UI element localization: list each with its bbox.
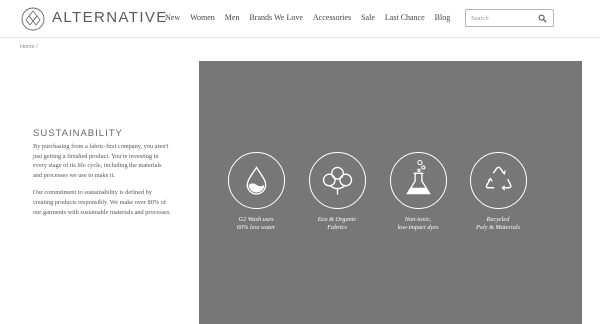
main-nav: New Women Men Brands We Love Accessories…	[165, 13, 450, 22]
intro-paragraph: By purchasing from a fabric-first compan…	[33, 143, 169, 179]
feature-label: Non-toxic, low-impact dyes	[383, 216, 453, 232]
feature-label-line1: G2 Wash uses	[238, 216, 274, 223]
nav-women[interactable]: Women	[190, 13, 215, 22]
nav-new[interactable]: New	[165, 13, 180, 22]
feature-label: Recycled Poly & Materials	[463, 216, 533, 232]
feature-label: G2 Wash uses 60% less water	[221, 216, 291, 232]
cotton-flower-icon	[322, 166, 352, 195]
nav-blog[interactable]: Blog	[435, 13, 451, 22]
feature-panel: G2 Wash uses 60% less water Eco & Organi…	[199, 61, 582, 324]
feature-water: G2 Wash uses 60% less water	[221, 152, 291, 232]
diamond-logo-icon[interactable]	[21, 7, 45, 31]
feature-label-line2: low-impact dyes	[397, 223, 439, 231]
search-box	[465, 9, 554, 27]
breadcrumb[interactable]: Home /	[20, 44, 38, 50]
feature-dyes: Non-toxic, low-impact dyes	[383, 152, 453, 232]
nav-sale[interactable]: Sale	[361, 13, 375, 22]
feature-organic: Eco & Organic Fabrics	[302, 152, 372, 232]
feature-circle	[227, 152, 285, 209]
feature-circle	[469, 152, 527, 209]
feature-label-line2: Poly & Materials	[475, 223, 521, 231]
feature-label-line1: Recycled	[486, 216, 510, 223]
nav-brands-we-love[interactable]: Brands We Love	[249, 13, 302, 22]
sustainability-text: SUSTAINABILITY By purchasing from a fabr…	[33, 128, 171, 217]
commitment-paragraph: Our commitment to sustainability is defi…	[33, 189, 171, 216]
recycle-icon	[485, 166, 512, 191]
feature-circle	[308, 152, 366, 209]
feature-label-line2: 60% less water	[236, 223, 276, 231]
feature-circle	[389, 152, 447, 209]
feature-label-line2: Fabrics	[327, 223, 347, 231]
nav-last-chance[interactable]: Last Chance	[385, 13, 425, 22]
search-input[interactable]	[471, 13, 535, 24]
water-drop-icon	[246, 166, 266, 195]
feature-label-line1: Eco & Organic	[317, 216, 357, 223]
site-header: ALTERNATIVE New Women Men Brands We Love…	[0, 0, 600, 38]
brand-name[interactable]: ALTERNATIVE	[52, 9, 168, 26]
search-icon[interactable]	[538, 14, 547, 23]
feature-recycled: Recycled Poly & Materials	[463, 152, 533, 232]
feature-label: Eco & Organic Fabrics	[302, 216, 372, 232]
nav-men[interactable]: Men	[225, 13, 240, 22]
flask-icon	[405, 159, 431, 195]
nav-accessories[interactable]: Accessories	[313, 13, 351, 22]
feature-label-line1: Non-toxic,	[404, 216, 432, 223]
page-title: SUSTAINABILITY	[33, 128, 123, 139]
